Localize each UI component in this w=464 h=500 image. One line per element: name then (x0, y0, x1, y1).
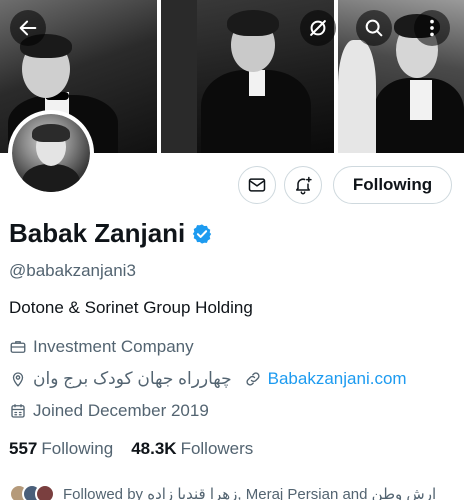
category-text: Investment Company (33, 337, 194, 356)
followers-stat[interactable]: 48.3K Followers (131, 439, 253, 459)
bell-plus-icon (296, 176, 312, 195)
profile-name-row: Babak Zanjani (9, 218, 213, 249)
more-options-button[interactable] (414, 10, 450, 46)
website-link[interactable]: Babakzanjani.com (268, 369, 407, 389)
location-pin-icon (12, 372, 24, 387)
envelope-icon (248, 178, 266, 192)
joined-text: Joined December 2019 (33, 401, 209, 420)
profile-name: Babak Zanjani (9, 218, 186, 248)
mutual-avatars (9, 484, 55, 500)
more-vertical-icon (430, 19, 434, 37)
search-button[interactable] (356, 10, 392, 46)
location-text: چهارراه جهان کودک برج وان (33, 369, 232, 388)
following-button[interactable]: Following (333, 166, 452, 204)
following-stat-label: Following (41, 439, 114, 458)
following-count: 557 (9, 439, 38, 458)
followers-stat-label: Followers (180, 439, 254, 458)
profile-bio: Dotone & Sorinet Group Holding (9, 298, 253, 317)
location-website-row: چهارراه جهان کودک برج وان Babakzanjani.c… (9, 369, 407, 389)
verified-badge-icon[interactable] (191, 223, 213, 245)
joined-row: Joined December 2019 (9, 401, 209, 421)
avatar-photo (12, 114, 90, 192)
link-icon (246, 372, 260, 386)
profile-handle: @babakzanjani3 (9, 261, 136, 280)
follow-stats: 557 Following 48.3K Followers (9, 439, 253, 459)
back-arrow-icon (19, 20, 37, 36)
followed-by-text: Followed by زهرا قندیا زاده, Meraj Persi… (63, 486, 437, 500)
back-button[interactable] (10, 10, 46, 46)
mutual-avatar (35, 484, 55, 500)
following-stat[interactable]: 557 Following (9, 439, 113, 459)
followed-by-row[interactable]: Followed by زهرا قندیا زاده, Meraj Persi… (9, 484, 436, 500)
notifications-button[interactable] (284, 166, 322, 204)
followers-count: 48.3K (131, 439, 177, 458)
category-row: Investment Company (9, 337, 194, 357)
grok-button[interactable] (300, 10, 336, 46)
search-icon (365, 19, 383, 37)
calendar-icon (11, 404, 25, 418)
circle-slash-icon (310, 20, 326, 36)
profile-avatar[interactable] (8, 110, 94, 196)
briefcase-icon (10, 341, 26, 353)
message-button[interactable] (238, 166, 276, 204)
